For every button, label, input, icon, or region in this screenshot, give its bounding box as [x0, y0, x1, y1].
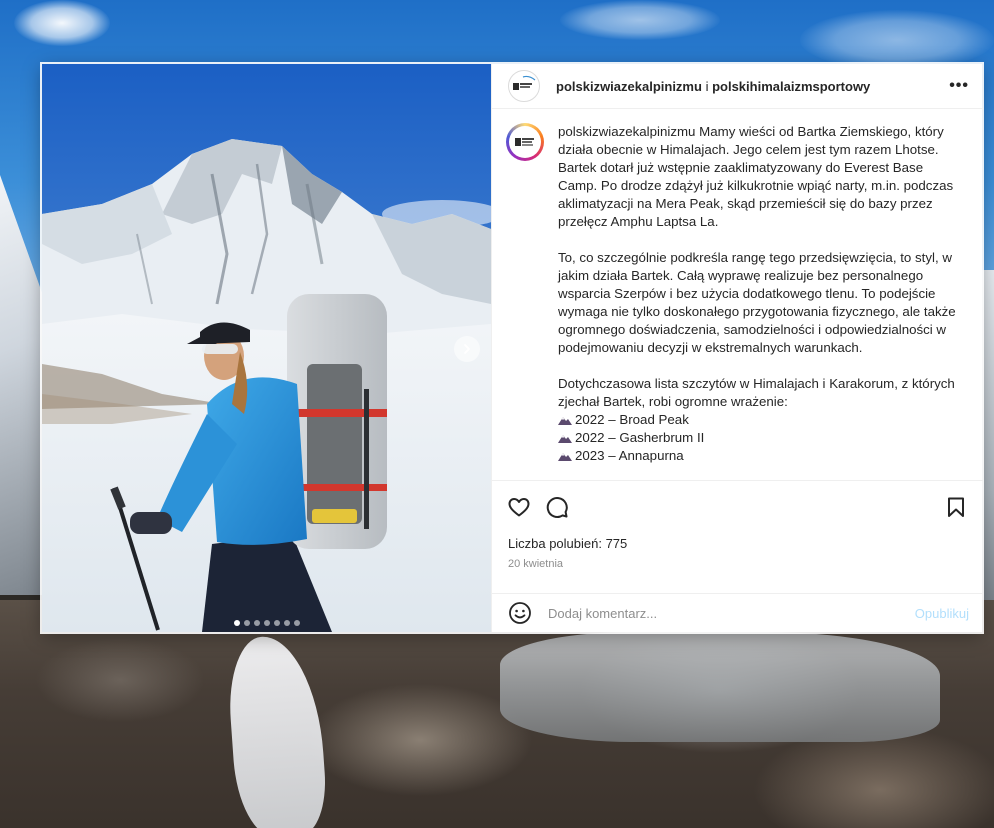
heart-icon	[508, 498, 530, 517]
caption-paragraph-text: Mamy wieści od Bartka Ziemskiego, który …	[558, 124, 954, 229]
cloud	[14, 0, 110, 46]
caption-username-link[interactable]: polskizwiazekalpinizmu	[558, 124, 695, 139]
cloud	[560, 0, 720, 40]
publish-comment-button[interactable]: Opublikuj	[915, 606, 969, 621]
post-media[interactable]	[42, 64, 491, 632]
post-photo	[42, 64, 491, 632]
carousel-dot	[283, 620, 290, 626]
emoji-smiley-icon	[509, 602, 531, 624]
pza-logo-icon	[515, 138, 534, 146]
peak-list-text: 2022 – Broad Peak	[575, 412, 689, 427]
likes-count[interactable]: Liczba polubień: 775	[492, 533, 983, 555]
carousel-dot	[293, 620, 300, 626]
avatar	[509, 126, 541, 158]
chevron-right-icon	[464, 344, 470, 354]
author-username-link[interactable]: polskizwiazekalpinizmu	[556, 79, 702, 94]
mountain-peak-icon	[558, 417, 572, 425]
mountain-peak-icon	[558, 435, 572, 443]
carousel-dot	[273, 620, 280, 626]
carousel-dot	[233, 620, 240, 626]
peak-list-item: 2022 – Gasherbrum II	[558, 429, 958, 447]
peak-list-item: 2023 – Annapurna	[558, 447, 958, 465]
carousel-next-button[interactable]	[454, 336, 480, 362]
carousel-dot	[253, 620, 260, 626]
caption-area: polskizwiazekalpinizmu Mamy wieści od Ba…	[492, 109, 983, 480]
carousel-dot	[263, 620, 270, 626]
avatar-story-ring[interactable]	[506, 123, 544, 161]
post-authors: polskizwiazekalpinizmu i polskihimalaizm…	[556, 79, 949, 94]
caption-paragraph: polskizwiazekalpinizmu Mamy wieści od Ba…	[558, 123, 958, 231]
comment-button[interactable]	[544, 494, 570, 520]
post-header: polskizwiazekalpinizmu i polskihimalaizm…	[492, 64, 983, 109]
carousel-dot	[243, 620, 250, 626]
caption-paragraph: To, co szczególnie podkreśla rangę tego …	[558, 250, 956, 355]
glacier-ice	[500, 632, 940, 742]
post-details: polskizwiazekalpinizmu i polskihimalaizm…	[491, 64, 983, 632]
post-date[interactable]: 20 kwietnia	[492, 555, 983, 573]
pza-logo-icon	[513, 75, 536, 90]
more-options-button[interactable]: •••	[949, 77, 969, 95]
mountain-peak-icon	[558, 453, 572, 461]
post-actions	[492, 480, 983, 533]
comment-bar: Opublikuj	[492, 593, 983, 632]
comment-bubble-icon	[546, 497, 568, 518]
carousel-indicator	[42, 620, 491, 626]
instagram-post: polskizwiazekalpinizmu i polskihimalaizm…	[42, 64, 983, 632]
caption-text: polskizwiazekalpinizmu Mamy wieści od Ba…	[558, 123, 958, 480]
peak-list-text: 2022 – Gasherbrum II	[575, 430, 705, 445]
peak-list-text: 2023 – Annapurna	[575, 448, 684, 463]
cloud	[800, 10, 994, 70]
avatar[interactable]	[508, 70, 540, 102]
collaborator-username-link[interactable]: polskihimalaizmsportowy	[712, 79, 870, 94]
bookmark-icon	[948, 497, 964, 517]
save-button[interactable]	[943, 494, 969, 520]
caption-paragraph: Dotychczasowa lista szczytów w Himalajac…	[558, 375, 958, 411]
emoji-button[interactable]	[508, 601, 532, 625]
peak-list: 2022 – Broad Peak 2022 – Gasherbrum II 202…	[558, 411, 958, 465]
caption-paragraph-text: Dotychczasowa lista szczytów w Himalajac…	[558, 376, 955, 409]
like-button[interactable]	[506, 494, 532, 520]
peak-list-item: 2022 – Broad Peak	[558, 411, 958, 429]
comment-input[interactable]	[546, 604, 915, 622]
